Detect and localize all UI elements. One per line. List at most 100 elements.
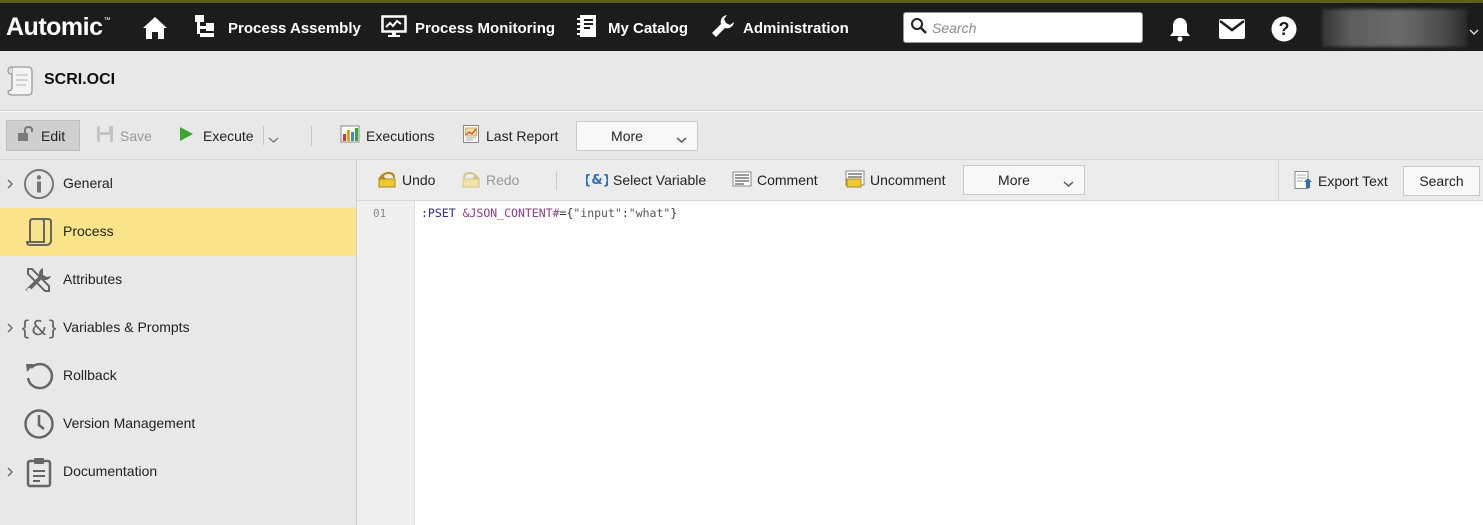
save-button[interactable]: Save	[96, 120, 152, 151]
sidebar-item-label: Variables & Prompts	[63, 319, 190, 335]
home-icon[interactable]	[142, 16, 168, 43]
nav-label: My Catalog	[608, 19, 689, 37]
more-label: More	[611, 128, 643, 144]
toolbar-divider	[311, 126, 312, 146]
clipboard-icon	[22, 456, 56, 488]
rollback-icon	[22, 360, 56, 392]
svg-text:?: ?	[1279, 19, 1290, 39]
last-report-button[interactable]: Last Report	[462, 120, 558, 151]
editor-search-button[interactable]: Search	[1403, 166, 1480, 196]
comment-lines-icon	[732, 171, 752, 190]
nav-process-assembly[interactable]: Process Assembly	[194, 15, 361, 41]
logo-text: Automic	[6, 13, 103, 41]
bar-chart-icon	[340, 125, 360, 146]
code-token-string: "what"	[628, 206, 671, 220]
code-token-variable: &JSON_CONTENT#	[462, 206, 560, 220]
chevron-right-icon[interactable]	[6, 321, 14, 337]
object-sidebar: General Process Attributes {&} Variables…	[0, 160, 357, 525]
more-dropdown[interactable]: More	[576, 121, 698, 151]
editor-more-dropdown[interactable]: More	[963, 165, 1085, 195]
edit-label: Edit	[41, 127, 66, 144]
floppy-disk-icon	[96, 125, 114, 146]
redo-label: Redo	[486, 172, 520, 188]
nav-administration[interactable]: Administration	[711, 15, 849, 41]
variable-icon: {&}	[22, 312, 56, 344]
object-toolbar: Edit Save Execute Executions Last Report…	[0, 112, 1483, 160]
svg-text:{&}: {&}	[22, 316, 56, 340]
wrench-icon	[711, 14, 735, 42]
report-icon	[462, 124, 480, 147]
chevron-down-icon	[1063, 175, 1074, 191]
sidebar-item-label: Version Management	[63, 415, 196, 431]
code-token-operator: ={	[559, 206, 574, 220]
object-title-bar: SCRI.OCI	[0, 51, 1483, 111]
uncomment-button[interactable]: Uncomment	[845, 168, 945, 192]
lock-open-icon	[17, 125, 35, 145]
export-icon	[1293, 170, 1313, 193]
chevron-right-icon[interactable]	[6, 177, 14, 193]
code-line[interactable]: :PSET &JSON_CONTENT#={"input":"what"}	[421, 206, 677, 220]
select-variable-label: Select Variable	[613, 172, 707, 188]
sidebar-item-variables-prompts[interactable]: {&} Variables & Prompts	[0, 304, 356, 352]
sidebar-item-label: Documentation	[63, 463, 158, 479]
redo-button[interactable]: Redo	[461, 168, 519, 192]
undo-icon	[377, 170, 397, 191]
code-token-operator: }	[670, 206, 678, 220]
search-input[interactable]	[932, 19, 1132, 36]
redo-icon	[461, 170, 481, 191]
chevron-down-icon	[676, 131, 687, 147]
variable-icon: {&}	[582, 170, 612, 191]
save-label: Save	[120, 127, 152, 144]
comment-button[interactable]: Comment	[732, 168, 818, 192]
sidebar-item-process[interactable]: Process	[0, 208, 356, 256]
export-text-button[interactable]: Export Text	[1293, 169, 1388, 193]
sidebar-item-attributes[interactable]: Attributes	[0, 256, 356, 304]
chevron-right-icon[interactable]	[6, 465, 14, 481]
info-icon	[22, 168, 56, 200]
sidebar-item-documentation[interactable]: Documentation	[0, 448, 356, 496]
sidebar-item-label: Attributes	[63, 271, 123, 287]
code-token-operator: :	[621, 206, 629, 220]
chevron-down-icon[interactable]	[1469, 23, 1479, 39]
user-menu-avatar[interactable]	[1322, 9, 1467, 47]
global-search[interactable]	[903, 12, 1143, 43]
undo-button[interactable]: Undo	[377, 168, 435, 192]
uncomment-label: Uncomment	[870, 172, 946, 188]
mail-icon[interactable]	[1218, 18, 1246, 43]
nav-process-monitoring[interactable]: Process Monitoring	[381, 15, 555, 41]
monitor-icon	[381, 14, 407, 42]
chevron-down-icon[interactable]	[268, 131, 279, 147]
tools-icon	[22, 264, 56, 296]
svg-text:{&}: {&}	[586, 173, 608, 188]
line-number: 01	[373, 207, 387, 220]
clock-icon	[22, 408, 56, 440]
execute-button[interactable]: Execute	[178, 120, 254, 151]
automic-logo[interactable]: Automic™	[6, 13, 110, 42]
top-navigation-bar: Automic™ Process Assembly Process Monito…	[0, 0, 1483, 51]
nav-my-catalog[interactable]: My Catalog	[576, 15, 688, 41]
nav-label: Process Monitoring	[415, 19, 556, 37]
executions-button[interactable]: Executions	[340, 120, 434, 151]
sidebar-item-label: Process	[63, 223, 114, 239]
edit-button[interactable]: Edit	[6, 120, 80, 151]
play-icon	[178, 126, 194, 145]
sidebar-item-rollback[interactable]: Rollback	[0, 352, 356, 400]
code-token-keyword: :PSET	[421, 206, 456, 220]
bell-icon[interactable]	[1168, 16, 1192, 45]
select-variable-button[interactable]: {&} Select Variable	[582, 168, 707, 192]
editor-toolbar-divider	[556, 171, 557, 190]
sidebar-item-general[interactable]: General	[0, 160, 356, 208]
sidebar-item-version-management[interactable]: Version Management	[0, 400, 356, 448]
help-icon[interactable]: ?	[1271, 16, 1297, 45]
code-editor[interactable]: :PSET &JSON_CONTENT#={"input":"what"}	[415, 201, 1483, 525]
undo-label: Undo	[402, 172, 436, 188]
logo-trademark: ™	[103, 17, 111, 24]
catalog-icon	[576, 14, 600, 42]
comment-label: Comment	[757, 172, 818, 188]
script-icon	[22, 216, 56, 248]
sidebar-item-label: Rollback	[63, 367, 117, 383]
execute-split-divider	[263, 126, 264, 145]
script-icon	[6, 65, 34, 100]
sidebar-item-label: General	[63, 175, 113, 191]
search-icon	[910, 17, 928, 38]
